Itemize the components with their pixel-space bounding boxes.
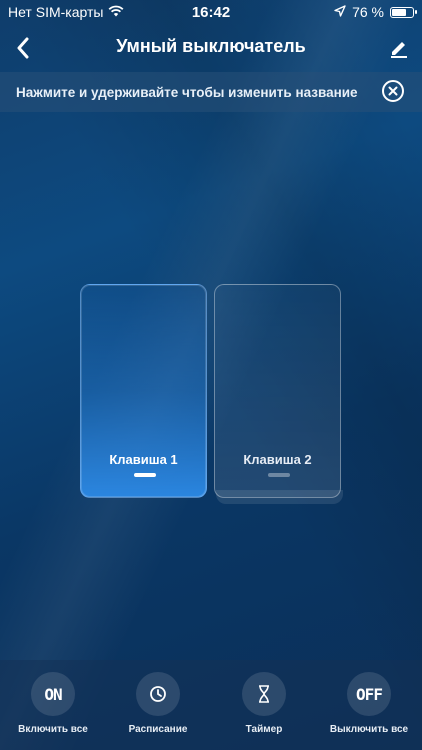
timer-button[interactable]: Таймер [214,672,314,735]
switch-key-2[interactable]: Клавиша 2 [214,284,341,498]
hint-banner: Нажмите и удерживайте чтобы изменить наз… [0,72,422,112]
turn-all-off-label: Выключить все [329,724,409,735]
battery-icon [390,6,417,18]
off-icon: OFF [347,672,391,716]
key-1-label: Клавиша 1 [109,452,178,467]
close-hint-button[interactable] [382,80,404,102]
background-sheen [0,0,422,750]
status-time: 16:42 [191,4,231,21]
hourglass-icon-wrap [242,672,286,716]
pencil-icon [391,42,407,58]
clock-icon [150,686,166,702]
switch-key-1[interactable]: Клавиша 1 [80,284,207,498]
schedule-button[interactable]: Расписание [108,672,208,735]
hint-text: Нажмите и удерживайте чтобы изменить наз… [16,84,358,100]
timer-label: Таймер [245,724,283,735]
hourglass-icon [259,685,269,703]
edit-button[interactable] [386,34,412,62]
turn-all-on-button[interactable]: ON Включить все [3,672,103,735]
page-title: Умный выключатель [116,36,306,56]
clock-icon-wrap [136,672,180,716]
bottom-action-bar: ON Включить все Расписание Таймер OFF Вы… [0,660,422,750]
key-2-indicator [268,473,290,477]
status-bar: Нет SIM-карты 16:42 76 % [0,0,422,24]
schedule-label: Расписание [128,724,188,735]
turn-all-off-button[interactable]: OFF Выключить все [319,672,419,735]
key-2-label: Клавиша 2 [243,452,312,467]
turn-all-on-label: Включить все [18,724,88,735]
key-1-indicator [134,473,156,477]
close-icon [388,86,398,96]
battery-fill [392,8,407,16]
nav-bar: Умный выключатель [0,24,422,72]
on-icon: ON [31,672,75,716]
